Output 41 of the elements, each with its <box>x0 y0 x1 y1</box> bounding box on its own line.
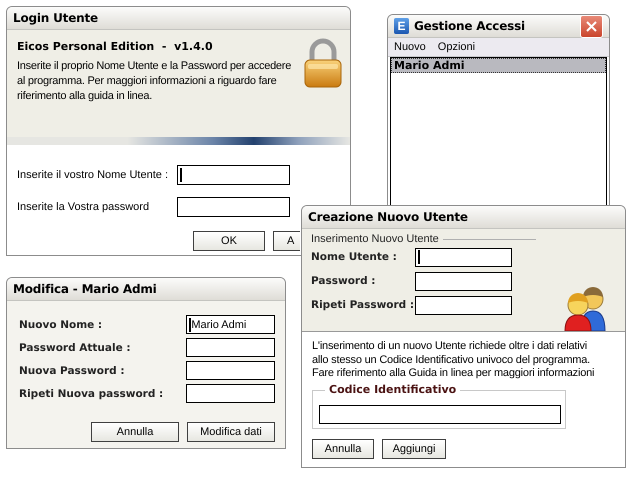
input-field[interactable] <box>415 296 512 314</box>
dialog-button[interactable]: Modifica dati <box>187 422 275 442</box>
field-label: Inserite la Vostra password <box>17 201 150 213</box>
dialog-button[interactable]: Aggiungi <box>382 438 446 458</box>
window-title: Modifica - Mario Admi <box>13 282 157 296</box>
field-label: Nome Utente : <box>311 251 398 263</box>
window-title: Login Utente <box>13 11 98 25</box>
window-title: Gestione Accessi <box>414 19 525 33</box>
field-label: Nuova Password : <box>19 364 126 376</box>
input-field[interactable] <box>186 384 275 403</box>
field-label: Password : <box>311 275 376 287</box>
input-field[interactable] <box>415 248 512 266</box>
field-label: Ripeti Password : <box>311 299 415 311</box>
field-label: Inserite il vostro Nome Utente : <box>17 169 170 181</box>
group-title: Codice Identificativo <box>325 382 460 396</box>
app-icon: E <box>394 18 409 34</box>
padlock-icon <box>304 38 342 88</box>
description-text: Inserite il proprio Nome Utente e la Password per accedere al programma. Per maggiori informazioni a riguardo fare riferimento alla guida in linea. <box>17 59 292 104</box>
list-item[interactable]: Mario Admi <box>391 58 606 73</box>
close-button[interactable] <box>580 15 603 38</box>
field-label: Ripeti Nuova password : <box>19 388 164 400</box>
menu-item[interactable]: Opzioni <box>438 41 476 53</box>
input-field[interactable] <box>186 338 275 357</box>
input-field[interactable] <box>415 272 512 290</box>
field-label: Password Attuale : <box>19 342 132 354</box>
dialog-button[interactable]: Annulla <box>91 422 179 442</box>
window-title: Creazione Nuovo Utente <box>308 210 468 224</box>
input-field[interactable] <box>177 197 290 217</box>
menu-item[interactable]: Nuovo <box>394 41 426 53</box>
section-label: Inserimento Nuovo Utente <box>311 233 439 245</box>
input-field[interactable] <box>177 165 290 185</box>
dialog-button[interactable]: OK <box>193 231 265 251</box>
close-icon <box>586 20 597 32</box>
input-field[interactable] <box>319 404 561 424</box>
dialog-button[interactable]: Annulla <box>312 438 374 458</box>
product-heading: Eicos Personal Edition - v1.4.0 <box>17 40 214 53</box>
input-field[interactable] <box>186 361 275 380</box>
field-label: Nuovo Nome : <box>19 318 104 330</box>
dialog-button[interactable]: A <box>273 231 300 251</box>
input-field[interactable]: Mario Admi <box>186 315 275 334</box>
info-text: L'inserimento di un nuovo Utente richiede oltre i dati relativi allo stesso un Codice Identificativo univoco del programma. Fare riferimento alla Guida in linea per maggiori informazioni <box>312 340 596 380</box>
